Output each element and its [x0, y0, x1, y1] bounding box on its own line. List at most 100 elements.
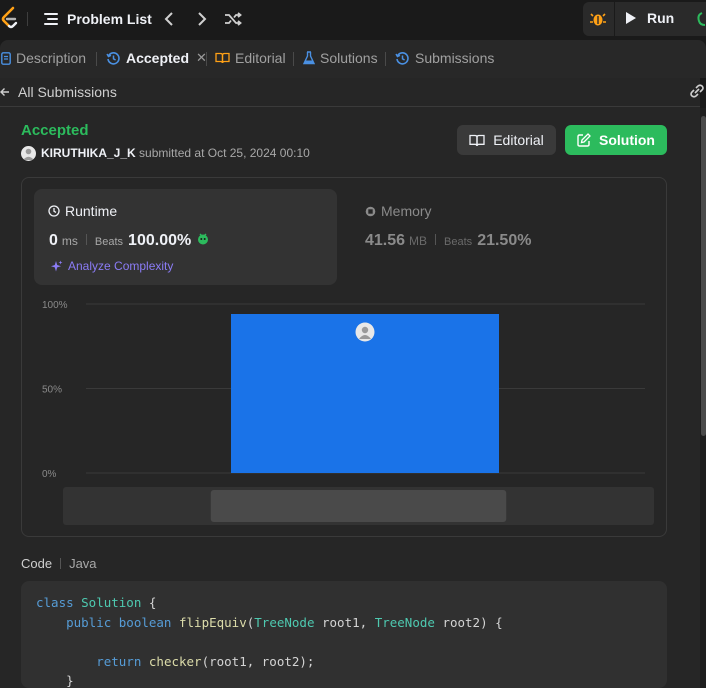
editorial-button-label: Editorial: [493, 132, 544, 148]
all-submissions-link[interactable]: All Submissions: [0, 84, 117, 100]
code-label: Code: [21, 556, 53, 571]
solution-button[interactable]: Solution: [565, 125, 667, 155]
user-avatar[interactable]: [21, 146, 36, 161]
link-icon[interactable]: [688, 84, 706, 98]
avatar-marker-head: [361, 326, 369, 334]
code-language: Java: [69, 556, 97, 571]
tab-accepted[interactable]: Accepted ✕: [106, 50, 207, 66]
tab-divider: [385, 52, 386, 66]
next-problem-button[interactable]: [191, 9, 213, 29]
shuffle-icon: [225, 12, 242, 26]
run-divider: [614, 2, 615, 36]
code-token: TreeNode: [374, 614, 435, 630]
random-problem-button[interactable]: [222, 9, 244, 29]
runtime-beats-percent: 100.00%: [128, 232, 192, 249]
nav-divider: [27, 12, 28, 26]
y-tick-label: 50%: [42, 385, 62, 396]
code-token: flipEquiv: [179, 614, 247, 630]
flask-icon: [303, 51, 315, 65]
y-tick-label: 0%: [42, 469, 57, 480]
clock-icon: [48, 205, 60, 217]
code-token: class: [36, 595, 82, 610]
code-block[interactable]: class Solution { public boolean flipEqui…: [21, 581, 667, 688]
problem-list-button[interactable]: Problem List: [43, 11, 152, 27]
tab-editorial[interactable]: Editorial: [215, 50, 286, 66]
edit-icon: [577, 133, 591, 147]
run-toolbar: Run: [583, 2, 706, 36]
memory-mb: 41.56: [365, 232, 406, 249]
code-header-divider: [60, 558, 62, 569]
scrollbar-thumb[interactable]: [701, 116, 706, 436]
leetcode-logo-icon[interactable]: [0, 6, 20, 32]
submission-status: Accepted: [21, 122, 89, 139]
tab-solutions[interactable]: Solutions: [303, 50, 378, 66]
tab-divider: [206, 52, 207, 66]
submission-byline: KIRUTHIKA_J_K submitted at Oct 25, 2024 …: [41, 146, 310, 160]
code-line: }: [36, 673, 74, 688]
sparkle-icon: [51, 260, 63, 271]
code-line: class Solution {: [36, 595, 156, 610]
user-icon: [23, 148, 34, 160]
tab-submissions[interactable]: Submissions: [395, 50, 494, 66]
tab-submissions-label: Submissions: [415, 50, 495, 66]
code-token: root2) {: [434, 614, 503, 630]
run-label: Run: [647, 10, 675, 26]
code-token: checker: [148, 653, 202, 669]
runtime-distribution-chart: 100% 50% 0%: [42, 300, 654, 525]
solution-button-label: Solution: [599, 132, 655, 148]
list-icon: [44, 13, 58, 25]
runtime-title: Runtime: [48, 203, 117, 219]
username-link[interactable]: KIRUTHIKA_J_K: [41, 146, 136, 160]
value-divider: [435, 234, 437, 245]
memory-value: 41.56 MB Beats 21.50%: [365, 232, 531, 250]
code-token: (root1, root2);: [201, 653, 315, 669]
analyze-complexity-link[interactable]: Analyze Complexity: [50, 259, 173, 273]
code-token: return: [36, 653, 149, 669]
code-token: }: [36, 673, 74, 688]
tab-editorial-label: Editorial: [235, 50, 286, 66]
code-line: return checker(root1, root2);: [36, 654, 314, 669]
code-token: Solution: [81, 595, 142, 610]
book-icon: [215, 52, 230, 64]
runtime-unit: ms: [61, 234, 78, 248]
value-divider: [85, 234, 87, 245]
submit-cloud-icon[interactable]: [697, 11, 706, 27]
code-token: public boolean: [36, 614, 179, 630]
prev-problem-button[interactable]: [158, 9, 180, 29]
runtime-title-label: Runtime: [65, 203, 118, 219]
editorial-button[interactable]: Editorial: [457, 125, 556, 155]
tab-solutions-label: Solutions: [320, 50, 378, 66]
code-token: TreeNode: [254, 614, 315, 630]
code-line: public boolean flipEquiv(TreeNode root1,…: [36, 615, 503, 630]
memory-chip-icon: [365, 206, 376, 216]
tab-bar: Description Accepted ✕ Editorial Solutio…: [0, 40, 706, 78]
all-submissions-label: All Submissions: [18, 84, 117, 100]
tab-divider: [96, 52, 97, 66]
run-button[interactable]: Run: [625, 10, 674, 26]
runtime-value: 0 ms Beats 100.00%: [49, 232, 210, 250]
top-navbar: Problem List Run: [0, 0, 706, 40]
tab-accepted-label: Accepted: [126, 50, 190, 66]
header-divider: [0, 106, 700, 107]
debug-icon[interactable]: [589, 10, 607, 28]
runtime-beats-label: Beats: [94, 236, 124, 248]
runtime-ms: 0: [49, 232, 58, 249]
code-header: Code Java: [21, 556, 97, 571]
code-token: {: [141, 595, 157, 610]
range-selector-window[interactable]: [210, 490, 507, 522]
tab-divider: [293, 52, 294, 66]
code-token: root1,: [314, 614, 375, 630]
tab-description[interactable]: Description: [1, 50, 86, 66]
book-icon: [469, 134, 485, 146]
analyze-complexity-label: Analyze Complexity: [68, 259, 174, 273]
y-tick-label: 100%: [42, 300, 68, 311]
memory-tab[interactable]: Memory: [365, 203, 432, 219]
history-icon: [395, 51, 409, 65]
chevron-right-icon: [198, 12, 207, 26]
memory-title-label: Memory: [381, 203, 432, 219]
tab-description-label: Description: [16, 50, 87, 66]
memory-unit: MB: [409, 234, 428, 248]
chevron-left-icon: [164, 12, 173, 26]
submitted-time: submitted at Oct 25, 2024 00:10: [139, 146, 310, 160]
memory-beats-label: Beats: [444, 236, 473, 248]
